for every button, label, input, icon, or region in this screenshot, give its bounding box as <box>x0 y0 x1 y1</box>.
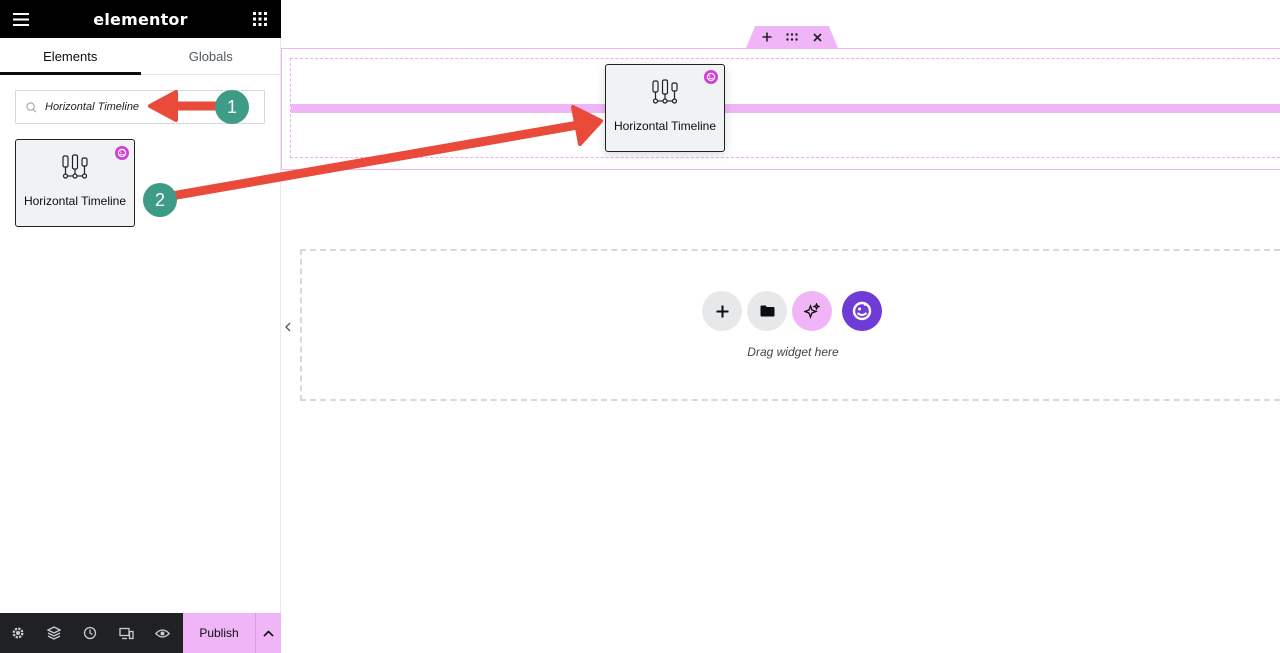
pro-badge-icon <box>704 70 718 84</box>
addon-logo-icon[interactable] <box>842 291 882 331</box>
widget-label: Horizontal Timeline <box>23 194 127 208</box>
horizontal-timeline-icon <box>652 79 678 104</box>
eye-icon[interactable] <box>144 613 180 653</box>
publish-button[interactable]: Publish <box>183 613 255 653</box>
panel-header: elementor <box>0 0 281 38</box>
panel-footer: Publish <box>0 613 281 653</box>
add-section-plus-icon[interactable] <box>702 291 742 331</box>
step-2-marker: 2 <box>143 183 177 217</box>
ai-sparkle-icon[interactable] <box>792 291 832 331</box>
tab-elements[interactable]: Elements <box>0 38 141 75</box>
editor-window: elementor Elements Globals Horizontal Ti… <box>0 0 1280 653</box>
close-icon[interactable] <box>811 31 823 43</box>
plus-icon[interactable] <box>761 31 773 43</box>
pro-badge-icon <box>115 146 129 160</box>
history-icon[interactable] <box>72 613 108 653</box>
collapse-panel-chevron-left-icon[interactable] <box>281 312 294 342</box>
dragged-widget-horizontal-timeline[interactable]: Horizontal Timeline <box>605 64 725 152</box>
layers-icon[interactable] <box>36 613 72 653</box>
drop-indicator <box>291 104 1280 113</box>
tab-globals[interactable]: Globals <box>141 38 282 74</box>
widget-horizontal-timeline[interactable]: Horizontal Timeline <box>15 139 135 227</box>
add-section-buttons <box>702 291 882 331</box>
gear-icon[interactable] <box>0 613 36 653</box>
widget-label: Horizontal Timeline <box>613 119 717 133</box>
elementor-logo: elementor <box>93 9 188 29</box>
step-1-marker: 1 <box>215 90 249 124</box>
search-icon <box>26 101 37 112</box>
drag-widget-hint: Drag widget here <box>747 345 839 359</box>
drag-handle-icon[interactable] <box>786 31 798 43</box>
hamburger-menu-icon[interactable] <box>12 10 30 28</box>
widgets-grid-icon[interactable] <box>251 10 269 28</box>
panel-tabs: Elements Globals <box>0 38 281 75</box>
horizontal-timeline-icon <box>62 154 88 179</box>
template-library-folder-icon[interactable] <box>747 291 787 331</box>
section-handle <box>746 26 838 48</box>
publish-options-chevron-up-icon[interactable] <box>255 613 281 653</box>
responsive-icon[interactable] <box>108 613 144 653</box>
